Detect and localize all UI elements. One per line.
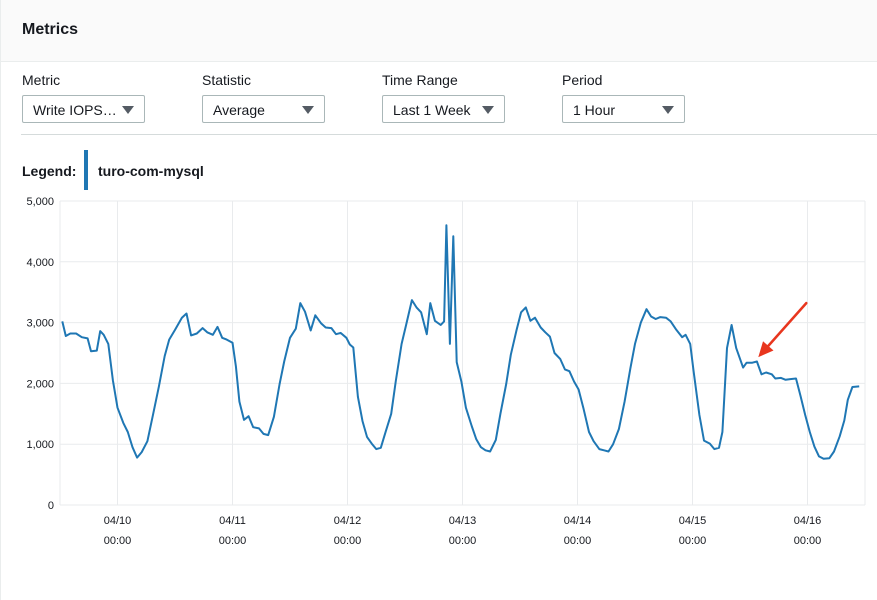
- x-tick-date: 04/16: [794, 515, 822, 527]
- metric-control: Metric Write IOPS…: [22, 72, 145, 123]
- line-chart: 01,0002,0003,0004,0005,000 04/1000:0004/…: [26, 196, 866, 547]
- time-range-select[interactable]: Last 1 Week: [382, 95, 505, 123]
- legend-swatch: [84, 150, 88, 190]
- metric-value: Write IOPS…: [33, 102, 117, 118]
- x-tick-time: 00:00: [219, 535, 247, 547]
- y-axis-ticks: 0 1,000 2,000 3,000 4,000 5,000: [26, 196, 54, 512]
- caret-down-icon: [302, 106, 314, 114]
- period-control: Period 1 Hour: [562, 72, 685, 123]
- statistic-label: Statistic: [202, 72, 252, 88]
- x-axis-ticks: 04/10 00:00 04/11 00:00 04/12 00:00 04/13 00:00…: [104, 515, 822, 547]
- period-label: Period: [562, 72, 603, 88]
- caret-down-icon: [122, 106, 134, 114]
- x-tick-time: 00:00: [564, 535, 592, 547]
- time-range-label: Time Range: [382, 72, 458, 88]
- metric-label: Metric: [22, 72, 61, 88]
- annotation-group: [758, 301, 808, 358]
- statistic-value: Average: [213, 102, 265, 118]
- period-value: 1 Hour: [573, 102, 616, 118]
- x-tick-time: 00:00: [794, 535, 822, 547]
- annotation-arrow-shaft: [765, 301, 808, 350]
- time-range-control: Time Range Last 1 Week: [382, 72, 505, 123]
- series-group: [61, 224, 860, 460]
- caret-down-icon: [662, 106, 674, 114]
- period-select[interactable]: 1 Hour: [562, 95, 685, 123]
- x-tick-date: 04/10: [104, 515, 132, 527]
- x-tick-time: 00:00: [334, 535, 362, 547]
- controls-divider: [21, 134, 877, 135]
- x-tick-date: 04/14: [564, 515, 592, 527]
- y-tick-label: 1,000: [26, 439, 54, 451]
- metric-select[interactable]: Write IOPS…: [22, 95, 145, 123]
- caret-down-icon: [482, 106, 494, 114]
- y-tick-label: 4,000: [26, 257, 54, 269]
- series-line: [61, 224, 860, 460]
- x-tick-date: 04/11: [219, 515, 246, 527]
- x-tick-time: 00:00: [679, 535, 707, 547]
- y-tick-label: 5,000: [26, 196, 54, 208]
- panel-title: Metrics: [22, 21, 79, 38]
- chart-grid: [59, 200, 866, 506]
- x-tick-date: 04/13: [449, 515, 477, 527]
- legend-label: Legend:: [22, 163, 77, 179]
- statistic-control: Statistic Average: [202, 72, 325, 123]
- x-tick-time: 00:00: [104, 535, 132, 547]
- x-tick-date: 04/15: [679, 515, 707, 527]
- y-tick-label: 2,000: [26, 378, 54, 390]
- x-tick-date: 04/12: [334, 515, 362, 527]
- legend-series-name[interactable]: turo-com-mysql: [98, 163, 204, 179]
- statistic-select[interactable]: Average: [202, 95, 325, 123]
- time-range-value: Last 1 Week: [393, 102, 471, 118]
- x-tick-time: 00:00: [449, 535, 477, 547]
- y-tick-label: 0: [48, 500, 54, 512]
- y-tick-label: 3,000: [26, 318, 54, 330]
- panel-header: Metrics: [1, 0, 877, 62]
